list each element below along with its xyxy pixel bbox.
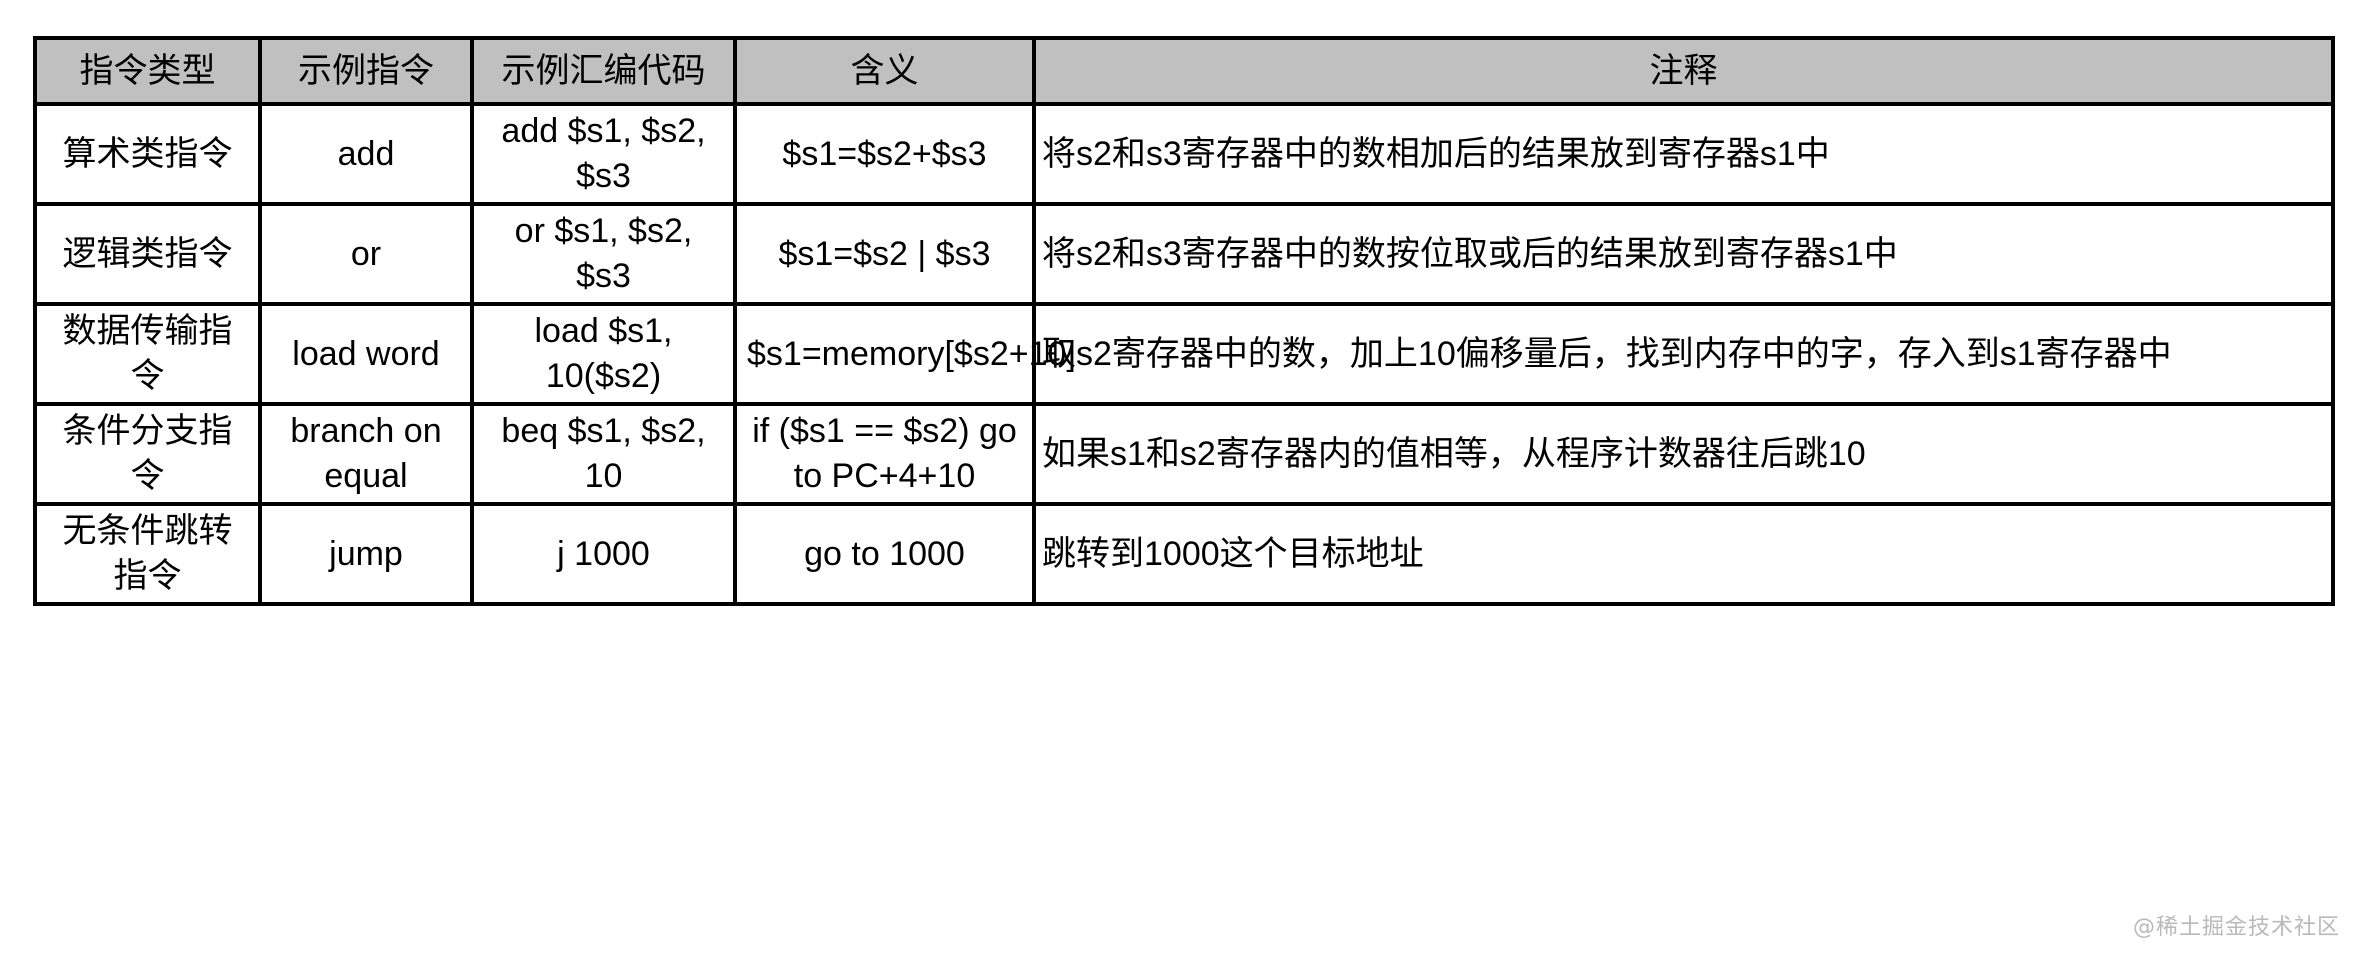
cell-instruction-type: 数据传输指令	[33, 302, 262, 406]
cell-example-instruction: load word	[258, 302, 474, 406]
cell-note: 如果s1和s2寄存器内的值相等，从程序计数器往后跳10	[1032, 402, 2335, 506]
watermark: @稀土掘金技术社区	[2132, 915, 2340, 940]
table-row: 条件分支指令 branch on equal beq $s1, $s2, 10 …	[33, 402, 2335, 506]
table-row: 逻辑类指令 or or $s1, $s2, $s3 $s1=$s2 | $s3 …	[33, 202, 2335, 306]
cell-instruction-type: 无条件跳转指令	[33, 502, 262, 606]
table-row: 无条件跳转指令 jump j 1000 go to 1000 跳转到1000这个…	[33, 502, 2335, 606]
column-header-instruction-type: 指令类型	[33, 36, 262, 106]
cell-example-instruction: add	[258, 102, 474, 206]
cell-note: 将s2和s3寄存器中的数按位取或后的结果放到寄存器s1中	[1032, 202, 2335, 306]
cell-instruction-type: 条件分支指令	[33, 402, 262, 506]
table-header-row: 指令类型 示例指令 示例汇编代码 含义 注释	[33, 36, 2335, 106]
table-row: 算术类指令 add add $s1, $s2, $s3 $s1=$s2+$s3 …	[33, 102, 2335, 206]
cell-note: 取s2寄存器中的数，加上10偏移量后，找到内存中的字，存入到s1寄存器中	[1032, 302, 2335, 406]
cell-instruction-type: 算术类指令	[33, 102, 262, 206]
table-body: 算术类指令 add add $s1, $s2, $s3 $s1=$s2+$s3 …	[33, 102, 2335, 606]
cell-example-instruction: jump	[258, 502, 474, 606]
cell-meaning: $s1=$s2+$s3	[733, 102, 1036, 206]
instruction-table-container: 指令类型 示例指令 示例汇编代码 含义 注释 算术类指令 add add $s1…	[33, 36, 2335, 606]
cell-meaning: $s1=memory[$s2+10]	[733, 302, 1076, 406]
instruction-table: 指令类型 示例指令 示例汇编代码 含义 注释 算术类指令 add add $s1…	[33, 36, 2335, 606]
cell-note: 跳转到1000这个目标地址	[1032, 502, 2335, 606]
cell-instruction-type: 逻辑类指令	[33, 202, 262, 306]
cell-note: 将s2和s3寄存器中的数相加后的结果放到寄存器s1中	[1032, 102, 2335, 206]
column-header-meaning: 含义	[733, 36, 1036, 106]
cell-example-instruction: branch on equal	[258, 402, 474, 506]
cell-example-assembly-code: beq $s1, $s2, 10	[470, 402, 737, 506]
column-header-note: 注释	[1032, 36, 2335, 106]
page-root: 指令类型 示例指令 示例汇编代码 含义 注释 算术类指令 add add $s1…	[0, 0, 2362, 955]
table-row: 数据传输指令 load word load $s1, 10($s2) $s1=m…	[33, 302, 2335, 406]
cell-meaning: $s1=$s2 | $s3	[733, 202, 1036, 306]
cell-example-assembly-code: j 1000	[470, 502, 737, 606]
cell-meaning: go to 1000	[733, 502, 1036, 606]
cell-example-instruction: or	[258, 202, 474, 306]
cell-example-assembly-code: load $s1, 10($s2)	[470, 302, 737, 406]
cell-meaning: if ($s1 == $s2) go to PC+4+10	[733, 402, 1036, 506]
cell-example-assembly-code: add $s1, $s2, $s3	[470, 102, 737, 206]
table-header: 指令类型 示例指令 示例汇编代码 含义 注释	[33, 36, 2335, 106]
cell-example-assembly-code: or $s1, $s2, $s3	[470, 202, 737, 306]
column-header-example-instruction: 示例指令	[258, 36, 474, 106]
column-header-example-assembly-code: 示例汇编代码	[470, 36, 737, 106]
